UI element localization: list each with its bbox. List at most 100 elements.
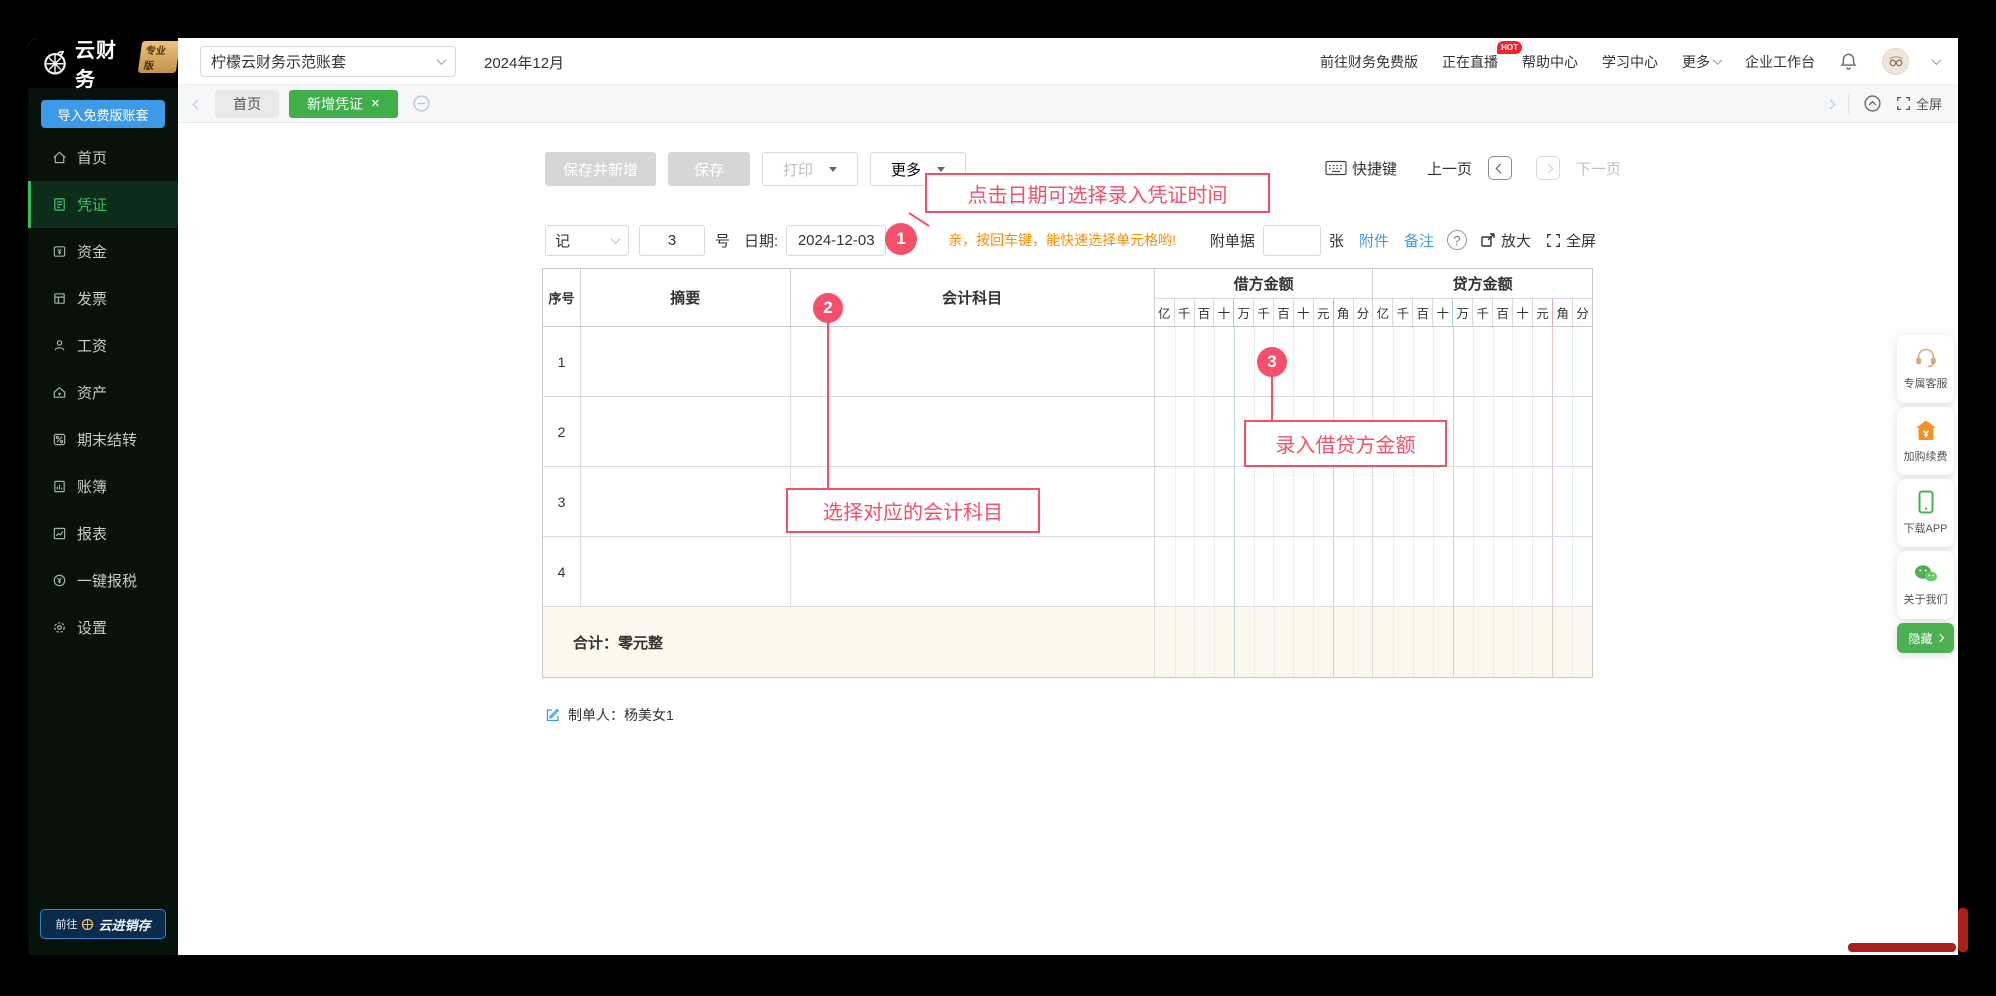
account-cell[interactable] [791,327,1155,396]
digit-rule [1253,327,1255,396]
edit-icon[interactable] [545,707,561,723]
digit-rule [1393,327,1395,396]
voucher-number-input[interactable] [639,224,705,256]
about-us-card[interactable]: 关于我们 [1897,551,1954,619]
tab-label: 首页 [233,95,261,112]
digit-rule [1194,397,1196,466]
row-seq: 2 [543,397,581,466]
tab-home[interactable]: 首页 [215,89,279,118]
link-more[interactable]: 更多 [1682,52,1723,72]
fullscreen-toggle[interactable]: 全屏 [1896,94,1942,113]
print-dropdown-button[interactable]: 打印 [762,152,859,186]
col-header-summary: 摘要 [581,269,791,326]
hide-float-menu-button[interactable]: 隐藏 [1897,623,1954,653]
credit-amount-cell[interactable] [1373,537,1592,606]
voucher-type-select[interactable]: 记 [545,224,629,256]
digit-label: 角 [1553,299,1574,326]
digit-rule [1214,327,1216,396]
sidebar-item-ledger[interactable]: 账簿 [28,463,178,510]
chevron-right-icon [1935,633,1944,643]
voucher-number-suffix: 号 [715,232,731,250]
digit-rule [1512,607,1514,677]
notification-bell-icon[interactable] [1839,52,1858,71]
renew-card[interactable]: 加购续费 [1897,407,1954,475]
chevron-down-icon[interactable] [1931,55,1942,66]
sidebar-item-tax[interactable]: 一键报税 [28,557,178,604]
sidebar-item-settings[interactable]: 设置 [28,604,178,651]
goto-cloud-inventory-button[interactable]: 前往 云进销存 [40,909,166,939]
import-free-account-button[interactable]: 导入免费版账套 [41,100,165,128]
sidebar-item-label: 期末结转 [77,432,138,449]
table-fullscreen-button[interactable]: 全屏 [1546,230,1596,251]
link-free-version[interactable]: 前往财务免费版 [1320,52,1418,72]
summary-cell[interactable] [581,537,791,606]
close-tab-icon[interactable]: × [371,96,380,111]
summary-cell[interactable] [581,397,791,466]
user-avatar[interactable] [1882,48,1909,75]
digit-label: 亿 [1373,299,1394,326]
account-cell[interactable] [791,537,1155,606]
debit-amount-cell[interactable] [1155,467,1374,536]
link-help-center[interactable]: 帮助中心 [1522,52,1578,72]
col-header-seq: 序号 [543,269,581,326]
tab-actions-icon[interactable] [412,94,431,113]
voucher-date-input[interactable] [786,224,887,256]
credit-amount-cell[interactable] [1373,327,1592,396]
digit-rule [1273,607,1275,677]
annotation-text: 录入借贷方金额 [1275,435,1416,457]
attach-count-input[interactable] [1262,224,1321,256]
more-label: 更多 [891,161,922,179]
account-set-select[interactable]: 柠檬云财务示范账套 [200,46,456,77]
digit-label: 千 [1393,299,1414,326]
link-enterprise-workbench[interactable]: 企业工作台 [1745,52,1815,72]
digit-rule [1532,467,1534,536]
sidebar-item-funds[interactable]: 资金 [28,228,178,275]
horizontal-scrollbar-thumb[interactable] [1848,943,1956,952]
digit-rule [1233,537,1235,606]
credit-amount-cell[interactable] [1373,467,1592,536]
collapse-icon[interactable] [1863,94,1882,113]
account-cell[interactable] [791,397,1155,466]
tabs-scroll-right[interactable] [1825,96,1836,111]
annotation-box-step1: 点击日期可选择录入凭证时间 [925,173,1270,213]
digit-label: 万 [1234,299,1255,326]
summary-cell[interactable] [581,467,791,536]
prev-page-button[interactable] [1488,156,1513,180]
link-more-label: 更多 [1682,53,1710,70]
sidebar-item-period-end[interactable]: 期末结转 [28,416,178,463]
annotation-line-step2 [827,321,829,488]
shortcut-keys-button[interactable]: 快捷键 [1325,158,1397,179]
sidebar-item-home[interactable]: 首页 [28,134,178,181]
next-page-button[interactable] [1536,156,1561,180]
help-icon[interactable]: ? [1446,230,1467,250]
total-label: 合计：零元整 [543,607,1155,677]
topbar: 柠檬云财务示范账套 2024年12月 前往财务免费版 正在直播 HOT 帮助中心… [178,38,1958,85]
tab-new-voucher[interactable]: 新增凭证 × [289,89,398,118]
vertical-scrollbar-thumb[interactable] [1958,908,1968,952]
sidebar-item-label: 工资 [77,338,108,355]
tabs-scroll-left[interactable] [192,95,203,113]
link-learn-center[interactable]: 学习中心 [1602,52,1658,72]
digit-rule [1552,327,1554,396]
sidebar-item-assets[interactable]: 资产 [28,369,178,416]
link-live[interactable]: 正在直播 HOT [1442,40,1522,72]
debit-amount-cell[interactable] [1155,537,1374,606]
sidebar-item-reports[interactable]: 报表 [28,510,178,557]
digit-rule [1492,327,1494,396]
sidebar-item-invoice[interactable]: 发票 [28,275,178,322]
save-button[interactable]: 保存 [668,152,751,186]
total-row: 合计：零元整 [543,607,1592,677]
digit-rule [1352,327,1354,396]
note-link[interactable]: 备注 [1404,230,1434,251]
customer-service-card[interactable]: 专属客服 [1897,335,1954,403]
download-app-card[interactable]: 下载APP [1897,479,1954,547]
sidebar-item-salary[interactable]: 工资 [28,322,178,369]
digit-rule [1452,327,1454,396]
zoom-in-button[interactable]: 放大 [1480,230,1531,251]
save-and-new-button[interactable]: 保存并新增 [545,152,657,186]
annotation-circle-step3: 3 [1257,347,1287,377]
attachment-link[interactable]: 附件 [1359,230,1389,251]
sidebar-item-voucher[interactable]: 凭证 [28,181,178,228]
voucher-table: 序号 摘要 会计科目 借方金额 亿千百十万千百十元角分 贷方金额 亿千百十万千百… [542,268,1593,678]
summary-cell[interactable] [581,327,791,396]
